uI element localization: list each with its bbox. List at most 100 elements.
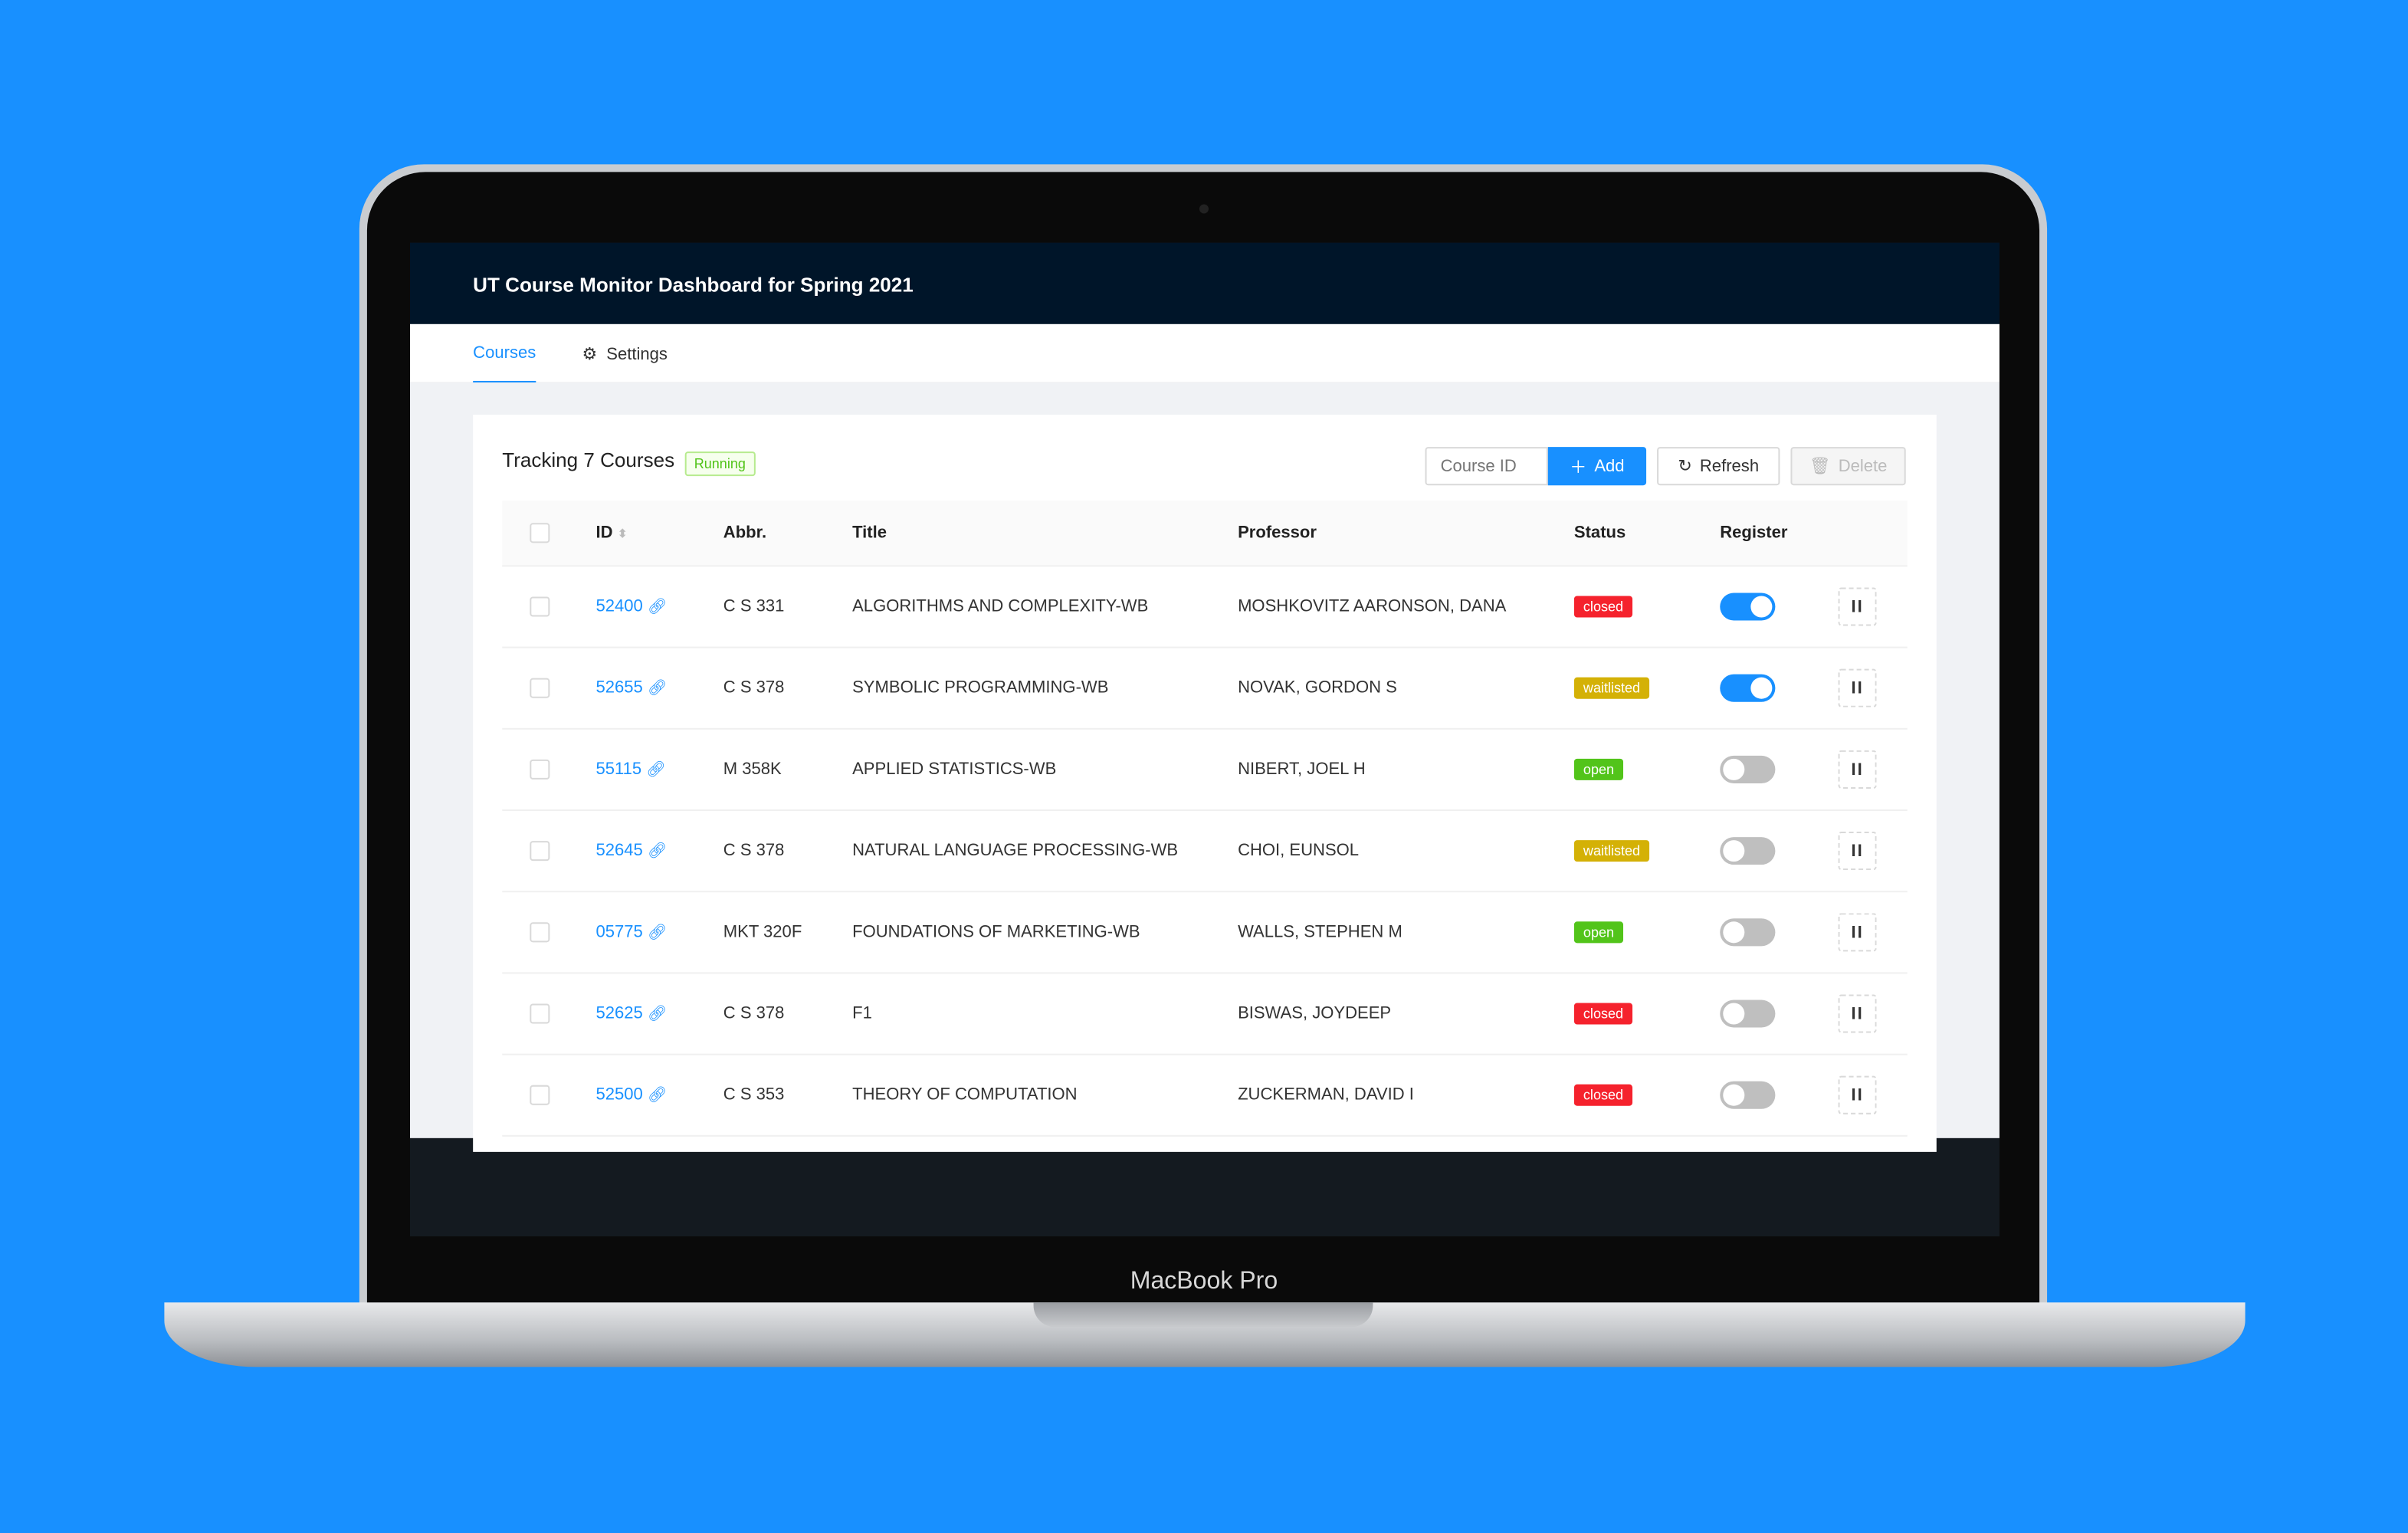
- course-id-link[interactable]: 52655 🔗︎: [595, 679, 667, 698]
- column-id-label: ID: [595, 524, 613, 543]
- column-title: Title: [852, 524, 887, 543]
- course-abbr: C S 378: [723, 1004, 785, 1023]
- pause-icon: II: [1851, 760, 1864, 779]
- course-abbr: C S 331: [723, 597, 785, 616]
- register-toggle[interactable]: [1720, 1000, 1776, 1028]
- select-all-checkbox[interactable]: [530, 523, 550, 543]
- table-row: 55115 🔗︎ M 358K APPLIED STATISTICS-WB NI…: [502, 730, 1908, 812]
- tab-settings[interactable]: ⚙ Settings: [582, 344, 667, 364]
- pause-icon: II: [1851, 597, 1864, 616]
- courses-card: Tracking 7 Courses Running ＋ Add ↻ Refresh…: [473, 415, 1937, 1152]
- camera-icon: [1199, 204, 1209, 214]
- panel-title-group: Tracking 7 Courses: [502, 448, 674, 471]
- course-id: 52625: [595, 1004, 643, 1023]
- register-toggle[interactable]: [1720, 674, 1776, 702]
- screen: UT Course Monitor Dashboard for Spring 2…: [410, 242, 2000, 1237]
- register-toggle[interactable]: [1720, 837, 1776, 865]
- pause-button[interactable]: II: [1838, 668, 1877, 707]
- table-row: 52500 🔗︎ C S 353 THEORY OF COMPUTATION Z…: [502, 1055, 1908, 1137]
- tab-courses[interactable]: Courses: [473, 344, 536, 384]
- course-status-tag: waitlisted: [1573, 840, 1650, 862]
- course-id-link[interactable]: 52645 🔗︎: [595, 842, 667, 860]
- register-toggle[interactable]: [1720, 755, 1776, 783]
- register-toggle[interactable]: [1720, 1081, 1776, 1109]
- course-status-tag: open: [1573, 921, 1624, 944]
- pause-button[interactable]: II: [1838, 1075, 1877, 1114]
- pause-button[interactable]: II: [1838, 832, 1877, 871]
- column-professor: Professor: [1238, 524, 1317, 543]
- register-toggle[interactable]: [1720, 593, 1776, 621]
- pause-icon: II: [1851, 923, 1864, 942]
- toggle-knob: [1723, 758, 1745, 780]
- delete-button[interactable]: 🗑 Delete: [1790, 447, 1906, 486]
- row-checkbox[interactable]: [530, 841, 550, 862]
- status-badge: Running: [684, 451, 755, 477]
- course-title: NATURAL LANGUAGE PROCESSING-WB: [852, 842, 1179, 861]
- sort-icon: ⬍: [617, 527, 628, 541]
- trash-icon: 🗑: [1809, 458, 1831, 477]
- link-icon: 🔗︎: [647, 843, 668, 861]
- course-id: 52645: [595, 842, 643, 861]
- course-title: THEORY OF COMPUTATION: [852, 1085, 1078, 1105]
- course-id-input[interactable]: [1425, 447, 1548, 486]
- course-status-tag: closed: [1573, 1084, 1633, 1106]
- course-professor: NIBERT, JOEL H: [1238, 760, 1366, 779]
- course-id-link[interactable]: 52625 🔗︎: [595, 1004, 667, 1023]
- table-row: 05775 🔗︎ MKT 320F FOUNDATIONS OF MARKETI…: [502, 892, 1908, 974]
- app-title: UT Course Monitor Dashboard for Spring 2…: [473, 273, 914, 297]
- plus-icon: ＋: [1570, 458, 1587, 478]
- column-register: Register: [1720, 524, 1788, 543]
- row-checkbox[interactable]: [530, 759, 550, 780]
- refresh-button[interactable]: ↻ Refresh: [1657, 447, 1780, 486]
- course-id: 52655: [595, 678, 643, 698]
- pause-button[interactable]: II: [1838, 913, 1877, 952]
- toggle-knob: [1723, 921, 1745, 944]
- table-body: 52400 🔗︎ C S 331 ALGORITHMS AND COMPLEXI…: [502, 566, 1908, 1137]
- course-title: FOUNDATIONS OF MARKETING-WB: [852, 923, 1140, 942]
- course-professor: CHOI, EUNSOL: [1238, 842, 1360, 861]
- course-id: 52500: [595, 1085, 643, 1105]
- pause-icon: II: [1851, 842, 1864, 861]
- course-title: F1: [852, 1004, 872, 1023]
- row-checkbox[interactable]: [530, 678, 550, 698]
- row-checkbox[interactable]: [530, 1003, 550, 1024]
- table-row: 52655 🔗︎ C S 378 SYMBOLIC PROGRAMMING-WB…: [502, 648, 1908, 730]
- refresh-icon: ↻: [1678, 458, 1692, 477]
- course-status-tag: open: [1573, 758, 1624, 780]
- course-id-link[interactable]: 52400 🔗︎: [595, 597, 667, 615]
- tab-settings-label: Settings: [606, 345, 668, 364]
- course-professor: WALLS, STEPHEN M: [1238, 923, 1402, 942]
- course-abbr: C S 378: [723, 842, 785, 861]
- toggle-knob: [1723, 1084, 1745, 1106]
- register-toggle[interactable]: [1720, 918, 1776, 947]
- device-label: MacBook Pro: [1130, 1269, 1278, 1295]
- pause-button[interactable]: II: [1838, 750, 1877, 789]
- course-abbr: C S 353: [723, 1085, 785, 1105]
- course-id-link[interactable]: 05775 🔗︎: [595, 923, 667, 941]
- link-icon: 🔗︎: [647, 1087, 668, 1105]
- course-id-link[interactable]: 52500 🔗︎: [595, 1086, 667, 1105]
- course-title: APPLIED STATISTICS-WB: [852, 760, 1057, 779]
- pause-button[interactable]: II: [1838, 587, 1877, 626]
- row-checkbox[interactable]: [530, 596, 550, 617]
- course-status-tag: waitlisted: [1573, 677, 1650, 699]
- column-id[interactable]: ID ⬍: [595, 524, 628, 542]
- toggle-knob: [1723, 1003, 1745, 1025]
- pause-button[interactable]: II: [1838, 994, 1877, 1033]
- toggle-knob: [1750, 596, 1773, 618]
- link-icon: 🔗︎: [647, 924, 668, 942]
- pause-icon: II: [1851, 678, 1864, 698]
- row-checkbox[interactable]: [530, 1085, 550, 1105]
- course-id: 05775: [595, 923, 643, 942]
- add-button[interactable]: ＋ Add: [1547, 447, 1647, 486]
- link-icon: 🔗︎: [647, 599, 668, 616]
- pause-icon: II: [1851, 1085, 1864, 1105]
- course-title: SYMBOLIC PROGRAMMING-WB: [852, 678, 1109, 698]
- toggle-knob: [1750, 677, 1773, 699]
- course-id-link[interactable]: 55115 🔗︎: [595, 760, 665, 779]
- row-checkbox[interactable]: [530, 922, 550, 943]
- delete-label: Delete: [1838, 457, 1888, 476]
- gear-icon: ⚙: [582, 345, 598, 364]
- course-professor: ZUCKERMAN, DAVID I: [1238, 1085, 1414, 1105]
- app-header: UT Course Monitor Dashboard for Spring 2…: [410, 242, 2000, 324]
